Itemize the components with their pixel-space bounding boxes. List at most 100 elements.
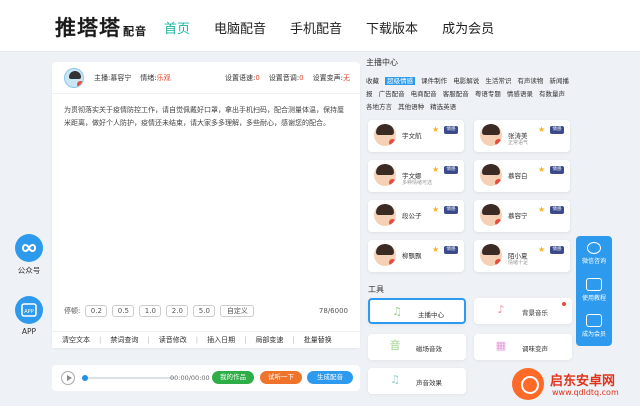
pause-2-0-button[interactable]: 2.0 [166, 305, 189, 317]
become-member-label: 成为会员 [581, 331, 606, 338]
voice-change-setting[interactable]: 设置变声:无 [313, 73, 350, 83]
insert-date-button[interactable]: 插入日期 [207, 335, 235, 345]
tag-item[interactable]: 有数量声 [539, 90, 565, 98]
anchor-card[interactable]: 柳飘飘 ★ 情感 [368, 240, 464, 272]
anchor-avatar[interactable] [64, 68, 84, 88]
anchor-card[interactable]: 宇文娜 多种情绪可选 ★ 情感 [368, 160, 464, 192]
tool-voice-changer[interactable]: ▦ 调味变声 [474, 334, 572, 360]
nav-membership[interactable]: 成为会员 [442, 18, 494, 37]
editor-header: 主播:慕容宁 情绪:乐观 设置语速:0 设置音调:0 设置变声:无 [52, 62, 360, 94]
pause-0-5-button[interactable]: 0.5 [112, 305, 135, 317]
anchor-center-title: 主播中心 [366, 58, 398, 67]
tag-item[interactable]: 情感语录 [507, 90, 533, 98]
anchor-center-panel: 主播中心 收藏 超级情感 课件制作 电影解说 生活常识 有声读物 新闻播报 广告… [366, 57, 582, 114]
tag-item[interactable]: 收藏 [366, 77, 379, 85]
star-icon[interactable]: ★ [538, 125, 545, 134]
anchor-category-tags: 收藏 超级情感 课件制作 电影解说 生活常识 有声读物 新闻播报 广告配音 电商… [366, 75, 576, 114]
pause-5-0-button[interactable]: 5.0 [193, 305, 216, 317]
preview-button[interactable]: 试听一下 [260, 371, 302, 384]
banned-words-button[interactable]: 禁词查询 [110, 335, 138, 345]
progress-bar[interactable] [82, 375, 174, 381]
progress-knob[interactable] [82, 375, 88, 381]
anchor-avatar [480, 124, 502, 146]
wechat-official-link[interactable]: 公众号 [15, 234, 43, 276]
local-speed-button[interactable]: 局部变速 [255, 335, 283, 345]
wechat-consult-label: 微信咨询 [581, 258, 606, 265]
star-icon[interactable]: ★ [538, 205, 545, 214]
nav-home[interactable]: 首页 [164, 18, 190, 37]
tutorial-button[interactable]: 使用教程 [576, 278, 612, 302]
clear-text-button[interactable]: 清空文本 [62, 335, 90, 345]
tag-item[interactable]: 电商配音 [411, 90, 437, 98]
anchor-card[interactable]: 慕容宁 ★ 情感 [474, 200, 570, 232]
tag-item[interactable]: 精选英语 [430, 103, 456, 111]
wechat-label: 公众号 [17, 266, 41, 275]
star-icon[interactable]: ★ [538, 165, 545, 174]
tag-item[interactable]: 其他语种 [398, 103, 424, 111]
tag-item-selected[interactable]: 超级情感 [385, 77, 416, 85]
member-icon [586, 314, 602, 327]
site-logo[interactable]: 推塔塔 配音 [55, 12, 147, 42]
emotion-value[interactable]: 乐观 [157, 74, 171, 82]
anchor-avatar [374, 124, 396, 146]
anchor-name: 段公子 [402, 212, 422, 220]
star-icon[interactable]: ★ [432, 165, 439, 174]
become-member-button[interactable]: 成为会员 [576, 314, 612, 338]
tag-item[interactable]: 电影解说 [453, 77, 479, 85]
anchor-avatar [480, 164, 502, 186]
tool-label: 调味变声 [522, 345, 548, 353]
tag-item[interactable]: 有声读物 [517, 77, 543, 85]
star-icon[interactable]: ★ [432, 125, 439, 134]
text-input-area[interactable]: 为贯彻落实关于疫情防控工作，请自觉佩戴好口罩，拿出手机扫码，配合测量体温，保持厘… [64, 104, 348, 130]
anchor-avatar [480, 244, 502, 266]
nav-pc-dubbing[interactable]: 电脑配音 [214, 18, 266, 37]
voice-change-value: 无 [343, 74, 350, 82]
anchor-card[interactable]: 段公子 ★ 情感 [368, 200, 464, 232]
speed-setting[interactable]: 设置语速:0 [225, 73, 260, 83]
my-works-button[interactable]: 我的作品 [212, 371, 254, 384]
anchor-card[interactable]: 宇文航 ★ 情感 [368, 120, 464, 152]
play-icon[interactable] [61, 371, 75, 385]
pronunciation-button[interactable]: 读音修改 [159, 335, 187, 345]
tag-item[interactable]: 各地方言 [366, 103, 392, 111]
voice-settings: 设置语速:0 设置音调:0 设置变声:无 [225, 73, 350, 83]
app-link[interactable]: APP APP [15, 296, 43, 336]
right-float-panel: 微信咨询 使用教程 成为会员 [576, 236, 612, 346]
tag-item[interactable]: 课件制作 [421, 77, 447, 85]
anchor-card[interactable]: 慕容白 ★ 情感 [474, 160, 570, 192]
tool-label: 声音效果 [416, 379, 442, 387]
pause-1-0-button[interactable]: 1.0 [139, 305, 162, 317]
tool-background-music[interactable]: ♪ 背景音乐 [474, 298, 572, 324]
editor-toolbar: 清空文本 | 禁词查询 | 读音修改 | 插入日期 | 局部变速 | 批量替换 [52, 331, 360, 348]
anchor-info: 主播:慕容宁 情绪:乐观 [94, 73, 171, 83]
nav-download[interactable]: 下载版本 [366, 18, 418, 37]
star-icon[interactable]: ★ [538, 245, 545, 254]
pause-0-2-button[interactable]: 0.2 [85, 305, 108, 317]
pause-custom-button[interactable]: 自定义 [220, 305, 255, 317]
speed-value: 0 [255, 74, 260, 82]
star-icon[interactable]: ★ [432, 245, 439, 254]
batch-replace-button[interactable]: 批量替换 [304, 335, 332, 345]
tone-setting[interactable]: 设置音调:0 [269, 73, 304, 83]
tag-item[interactable]: 生活常识 [485, 77, 511, 85]
emotion-badge: 情感 [444, 166, 458, 174]
emotion-badge: 情感 [444, 126, 458, 134]
anchor-card[interactable]: 张涛美 正常语气 ★ 情感 [474, 120, 570, 152]
tool-anchor-center[interactable]: ♫ 主播中心 [368, 298, 466, 324]
wechat-consult-button[interactable]: 微信咨询 [576, 242, 612, 265]
emotion-badge: 情感 [550, 126, 564, 134]
generate-button[interactable]: 生成配音 [307, 371, 353, 384]
music-note-icon: ♫ [390, 373, 400, 386]
anchor-card[interactable]: 陌小夏 情绪十足 ★ 情感 [474, 240, 570, 272]
tone-label: 设置音调: [268, 74, 300, 82]
emotion-badge: 情感 [550, 206, 564, 214]
tag-item[interactable]: 客服配音 [443, 90, 469, 98]
star-icon[interactable]: ★ [432, 205, 439, 214]
emotion-badge: 情感 [444, 206, 458, 214]
tool-voice-effect[interactable]: ♫ 声音效果 [368, 368, 466, 394]
music-note-icon: ♪ [497, 303, 505, 316]
nav-mobile-dubbing[interactable]: 手机配音 [290, 18, 342, 37]
tag-item[interactable]: 广告配音 [379, 90, 405, 98]
tool-sound-effects[interactable]: 音 磁场音效 [368, 334, 466, 360]
tag-item[interactable]: 粤语专题 [475, 90, 501, 98]
